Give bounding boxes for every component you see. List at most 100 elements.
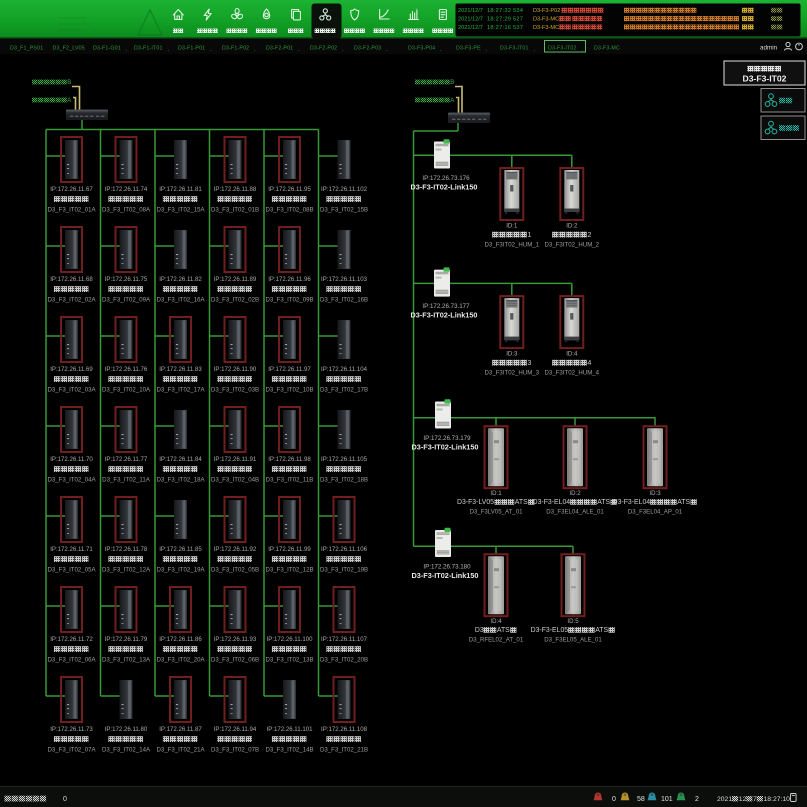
svg-text:4: 4 — [587, 358, 591, 367]
svg-text:IP:172.26.11.94: IP:172.26.11.94 — [214, 726, 257, 733]
svg-text:D3-F3-IT02-Link150: D3-F3-IT02-Link150 — [411, 311, 478, 320]
svg-text:12: 12 — [739, 796, 747, 803]
svg-text:D3-F2-P03: D3-F2-P03 — [354, 46, 381, 52]
svg-text:3: 3 — [527, 358, 531, 367]
svg-text:,: , — [167, 47, 168, 53]
svg-text:,: , — [386, 47, 387, 53]
svg-text:2021/12/7: 2021/12/7 — [458, 25, 483, 31]
svg-text:,: , — [298, 47, 299, 53]
svg-text:D3_F3_IT02_02B: D3_F3_IT02_02B — [211, 297, 259, 304]
svg-text:IP:172.26.11.69: IP:172.26.11.69 — [50, 366, 93, 373]
svg-text:D3_F3EL05_ALE_01: D3_F3EL05_ALE_01 — [544, 637, 602, 644]
svg-text:D3_F3_IT02_03B: D3_F3_IT02_03B — [211, 387, 259, 394]
svg-text:IP:172.26.11.104: IP:172.26.11.104 — [321, 366, 368, 373]
svg-text:D3_F3_IT02_16A: D3_F3_IT02_16A — [156, 297, 205, 304]
svg-text:D3-F3-P04: D3-F3-P04 — [408, 46, 435, 52]
svg-text:D3_F3_IT02_16B: D3_F3_IT02_16B — [320, 297, 368, 304]
svg-text:ATS: ATS — [595, 627, 608, 634]
svg-text:ID:2: ID:2 — [566, 223, 578, 230]
svg-text:IP:172.26.73.179: IP:172.26.73.179 — [423, 435, 471, 442]
svg-text:D3_F3_IT02_15A: D3_F3_IT02_15A — [156, 207, 205, 214]
svg-text:,: , — [210, 47, 211, 53]
svg-text:D3_F3_IT02_09A: D3_F3_IT02_09A — [102, 297, 151, 304]
svg-text:D3-F1-IT01: D3-F1-IT01 — [134, 46, 163, 52]
svg-text:D3_F3_IT02_07B: D3_F3_IT02_07B — [211, 747, 259, 754]
svg-text:IP:172.26.11.75: IP:172.26.11.75 — [105, 276, 148, 283]
svg-text:D3_F3IT02_HUM_1: D3_F3IT02_HUM_1 — [485, 242, 540, 249]
svg-text:IP:172.26.11.72: IP:172.26.11.72 — [50, 636, 93, 643]
svg-text:D3_F3_IT02_11B: D3_F3_IT02_11B — [266, 477, 314, 484]
svg-text:IP:172.26.11.83: IP:172.26.11.83 — [159, 366, 202, 373]
svg-text:IP:172.26.11.84: IP:172.26.11.84 — [159, 456, 202, 463]
svg-text:0: 0 — [63, 796, 67, 803]
svg-text:IP:172.26.11.108: IP:172.26.11.108 — [321, 726, 368, 733]
svg-text:ID:1: ID:1 — [490, 490, 502, 497]
svg-text:101: 101 — [661, 796, 673, 803]
svg-text:IP:172.26.11.81: IP:172.26.11.81 — [159, 186, 202, 193]
svg-text:D3_F3_IT02_20B: D3_F3_IT02_20B — [320, 657, 368, 664]
svg-text:ATS: ATS — [515, 499, 528, 506]
svg-text:IP:172.26.11.99: IP:172.26.11.99 — [268, 546, 311, 553]
svg-text:IP:172.26.11.95: IP:172.26.11.95 — [268, 186, 311, 193]
svg-text:IP:172.26.11.90: IP:172.26.11.90 — [214, 366, 257, 373]
svg-text:D3-F3-MC: D3-F3-MC — [594, 46, 620, 52]
svg-text:D3_F3_IT02_18A: D3_F3_IT02_18A — [156, 477, 205, 484]
svg-text:D3_F3_IT02_21A: D3_F3_IT02_21A — [156, 747, 205, 754]
svg-text:,: , — [440, 47, 441, 53]
svg-text:D3_F3_IT02_15B: D3_F3_IT02_15B — [320, 207, 368, 214]
svg-text:D3_F3_IT02_17A: D3_F3_IT02_17A — [156, 387, 205, 394]
svg-text:D3-F3-LV05: D3-F3-LV05 — [457, 499, 494, 506]
svg-text:D3_F1_PS01: D3_F1_PS01 — [10, 46, 43, 52]
svg-text:IP:172.26.11.107: IP:172.26.11.107 — [321, 636, 368, 643]
svg-text:D3-F3-IT01: D3-F3-IT01 — [500, 46, 529, 52]
svg-text:D3_F3_IT02_04B: D3_F3_IT02_04B — [211, 477, 259, 484]
svg-text:,: , — [254, 47, 255, 53]
svg-text:D3_F3_IT02_08A: D3_F3_IT02_08A — [102, 207, 151, 214]
svg-text:D3-F1-P02: D3-F1-P02 — [222, 46, 249, 52]
svg-text:7: 7 — [753, 796, 757, 803]
svg-text:2021/12/7: 2021/12/7 — [458, 8, 483, 14]
svg-text:IP:172.26.11.93: IP:172.26.11.93 — [214, 636, 257, 643]
svg-text:D3_F3_IT02_01B: D3_F3_IT02_01B — [211, 207, 259, 214]
svg-text:D3_F3_IT02_02A: D3_F3_IT02_02A — [47, 297, 96, 304]
svg-text:B: B — [67, 80, 71, 86]
svg-text:ATS: ATS — [497, 627, 510, 634]
svg-text:D3_F3_IT02_09B: D3_F3_IT02_09B — [265, 297, 313, 304]
svg-text:D3_RFEL02_AT_01: D3_RFEL02_AT_01 — [469, 637, 524, 644]
svg-text:IP:172.26.11.92: IP:172.26.11.92 — [214, 546, 257, 553]
svg-text:D3_F3_IT02_13A: D3_F3_IT02_13A — [102, 657, 151, 664]
svg-text:D3-F2-P01: D3-F2-P01 — [266, 46, 293, 52]
svg-text:,: , — [126, 47, 127, 53]
svg-text:IP:172.26.11.106: IP:172.26.11.106 — [321, 546, 368, 553]
svg-text:D3-F3-IT02: D3-F3-IT02 — [743, 74, 787, 84]
svg-text:D3_F3IT02_HUM_2: D3_F3IT02_HUM_2 — [545, 242, 600, 249]
svg-text:,: , — [342, 47, 343, 53]
svg-text:IP:172.26.11.100: IP:172.26.11.100 — [267, 636, 314, 643]
svg-text:2021/12/7: 2021/12/7 — [458, 17, 483, 23]
svg-text:IP:172.26.11.82: IP:172.26.11.82 — [159, 276, 202, 283]
svg-text:IP:172.26.11.79: IP:172.26.11.79 — [105, 636, 148, 643]
svg-text:58: 58 — [637, 796, 645, 803]
svg-text:D3_F2_LV05: D3_F2_LV05 — [53, 46, 85, 52]
svg-text:D3_F3_IT02_10B: D3_F3_IT02_10B — [265, 387, 313, 394]
svg-text:ATS: ATS — [597, 499, 610, 506]
svg-text:IP:172.26.73.180: IP:172.26.73.180 — [423, 564, 471, 571]
svg-text:D3-F3-EL04: D3-F3-EL04 — [533, 499, 571, 506]
svg-text:D3_F3LV05_AT_01: D3_F3LV05_AT_01 — [470, 509, 524, 516]
svg-text:D3_F3_IT02_19A: D3_F3_IT02_19A — [156, 567, 205, 574]
svg-text:IP:172.26.11.98: IP:172.26.11.98 — [268, 456, 311, 463]
svg-text:ATS: ATS — [677, 499, 690, 506]
svg-text:D3_F3EL04_ALE_01: D3_F3EL04_ALE_01 — [546, 509, 604, 516]
svg-text:D3_F3EL04_AP_01: D3_F3EL04_AP_01 — [628, 509, 683, 516]
svg-text:IP:172.26.11.87: IP:172.26.11.87 — [159, 726, 202, 733]
svg-text:D3-F3-P02: D3-F3-P02 — [533, 8, 560, 14]
svg-text:ID:4: ID:4 — [566, 351, 578, 358]
svg-text:D3_F3_IT02_08B: D3_F3_IT02_08B — [265, 207, 313, 214]
svg-text:IP:172.26.11.85: IP:172.26.11.85 — [159, 546, 202, 553]
svg-text:IP:172.26.73.176: IP:172.26.73.176 — [422, 175, 470, 182]
svg-text:2021: 2021 — [717, 796, 732, 803]
svg-text:D3_F3_IT02_12A: D3_F3_IT02_12A — [102, 567, 151, 574]
svg-text:18:27:10: 18:27:10 — [764, 796, 791, 803]
svg-text:D3-F3-EL04: D3-F3-EL04 — [613, 499, 651, 506]
svg-text:D3_F3_IT02_14B: D3_F3_IT02_14B — [265, 747, 313, 754]
